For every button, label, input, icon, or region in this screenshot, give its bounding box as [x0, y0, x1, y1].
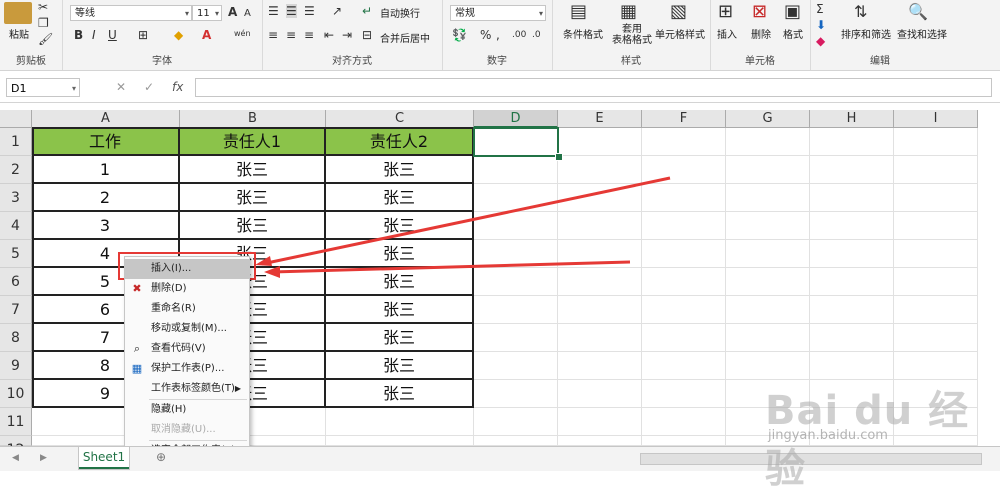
menu-item-label: 查看代码(V)	[151, 343, 206, 354]
scroll-tabs-left-icon[interactable]: ◀	[12, 451, 19, 465]
menu-item-label: 插入(I)...	[151, 263, 192, 274]
scroll-tabs-right-icon[interactable]: ▶	[40, 451, 47, 465]
protect-sheet-icon: ▦	[131, 362, 143, 375]
menu-item-label: 重命名(R)	[151, 303, 196, 314]
menu-item-label: 工作表标签颜色(T)	[151, 383, 235, 394]
arrow-line-1	[261, 176, 671, 266]
menu-item-4[interactable]: ⌕ 查看代码(V)	[125, 339, 249, 359]
sheet-tab-sheet1[interactable]: Sheet1	[78, 447, 130, 470]
menu-item-1[interactable]: ✖ 删除(D)	[125, 279, 249, 299]
arrowhead-1	[255, 256, 272, 266]
watermark-url: jingyan.baidu.com	[768, 428, 888, 443]
add-sheet-icon[interactable]: ⊕	[156, 450, 166, 464]
menu-item-5[interactable]: ▦ 保护工作表(P)...	[125, 359, 249, 379]
menu-item-3[interactable]: 移动或复制(M)...	[125, 319, 249, 339]
sheet-tab-context-menu: 插入(I)... ✖ 删除(D) 重命名(R) 移动或复制(M)... ⌕ 查看代码(V) ▦…	[124, 256, 250, 458]
menu-item-0[interactable]: 插入(I)...	[125, 259, 249, 279]
menu-item-2[interactable]: 重命名(R)	[125, 299, 249, 319]
menu-item-label: 保护工作表(P)...	[151, 363, 225, 374]
menu-item-label: 取消隐藏(U)...	[151, 424, 216, 435]
menu-item-6[interactable]: 工作表标签颜色(T) ▶	[125, 379, 249, 399]
menu-item-label: 隐藏(H)	[151, 404, 187, 415]
menu-item-8: 取消隐藏(U)...	[125, 420, 249, 440]
view-code-icon: ⌕	[133, 342, 141, 355]
submenu-arrow-icon: ▶	[234, 384, 241, 393]
delete-sheet-icon: ✖	[132, 282, 142, 295]
menu-item-7[interactable]: 隐藏(H)	[125, 400, 249, 420]
arrow-line-2	[271, 260, 631, 274]
menu-item-label: 移动或复制(M)...	[151, 323, 227, 334]
menu-item-label: 删除(D)	[151, 283, 187, 294]
arrowhead-2	[264, 266, 280, 278]
